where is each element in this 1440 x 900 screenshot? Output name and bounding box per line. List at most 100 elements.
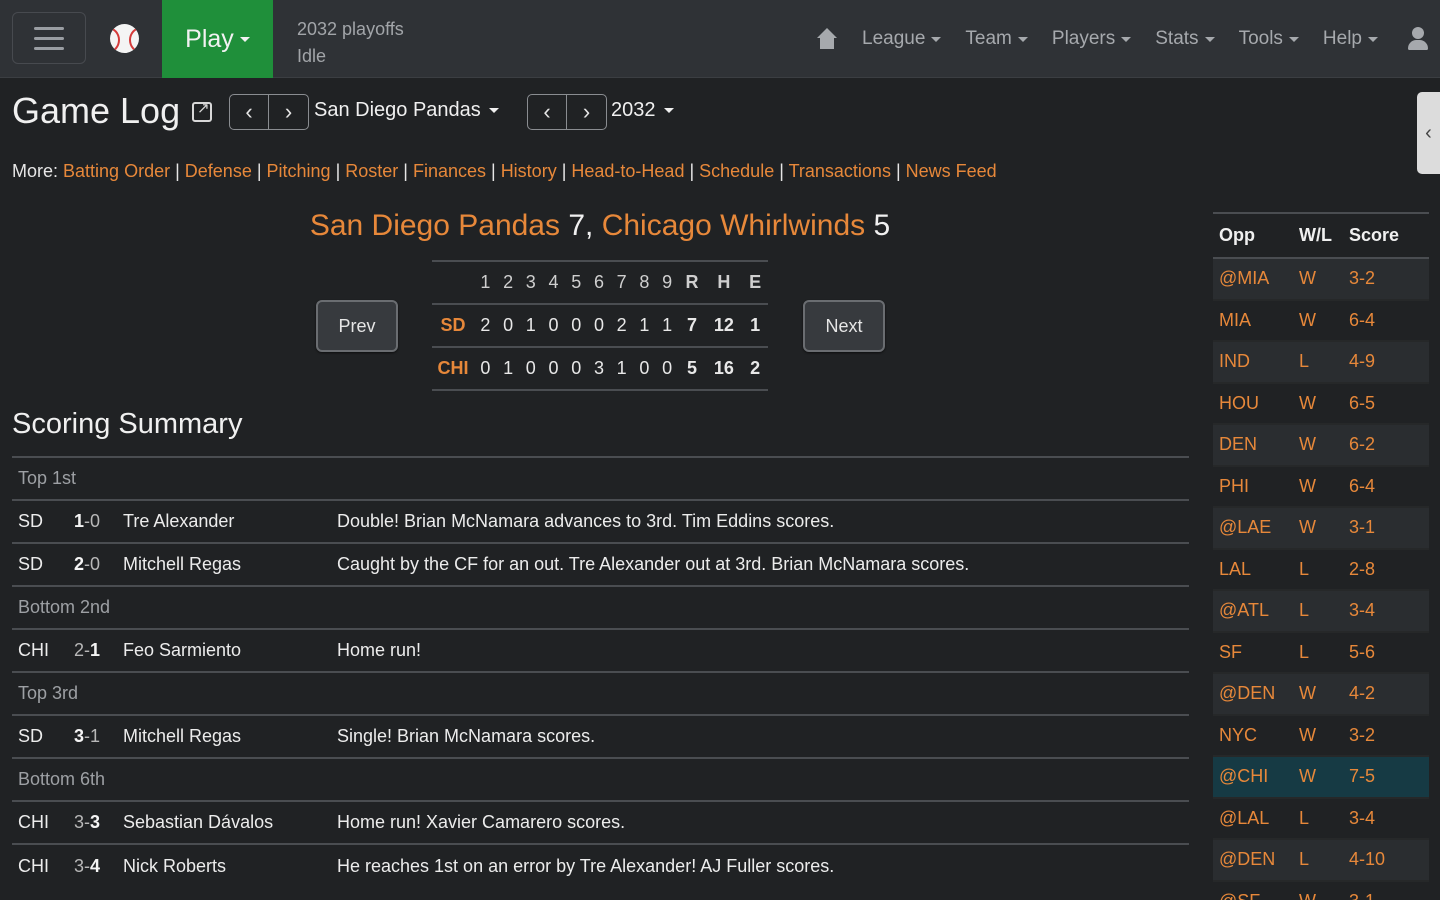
- prev-game-button[interactable]: Prev: [316, 300, 398, 352]
- link-transactions[interactable]: Transactions: [789, 161, 891, 181]
- opponent-cell[interactable]: NYC: [1213, 714, 1293, 757]
- opponent-cell[interactable]: @MIA: [1213, 258, 1293, 301]
- batter-name[interactable]: Nick Roberts: [117, 843, 331, 887]
- batter-name[interactable]: Mitchell Regas: [117, 714, 331, 758]
- batter-name[interactable]: Feo Sarmiento: [117, 628, 331, 672]
- more-label: More:: [12, 161, 59, 181]
- score-cell[interactable]: 6-4: [1343, 299, 1429, 342]
- opponent-cell[interactable]: IND: [1213, 341, 1293, 384]
- link-batting-order[interactable]: Batting Order: [63, 161, 170, 181]
- score-cell[interactable]: 2-8: [1343, 548, 1429, 591]
- period-row: Bottom 6th: [12, 757, 1189, 801]
- menu-help[interactable]: Help: [1323, 28, 1378, 50]
- opponent-cell[interactable]: DEN: [1213, 424, 1293, 467]
- team-select[interactable]: San Diego Pandas: [314, 99, 499, 122]
- chevron-down-icon: [488, 108, 499, 113]
- link-defense[interactable]: Defense: [185, 161, 252, 181]
- next-team-button[interactable]: ›: [269, 95, 308, 129]
- opponent-cell[interactable]: MIA: [1213, 299, 1293, 342]
- next-game-button[interactable]: Next: [803, 300, 885, 352]
- opponent-cell[interactable]: @DEN: [1213, 839, 1293, 882]
- opponent-cell[interactable]: HOU: [1213, 382, 1293, 425]
- score-cell[interactable]: 6-4: [1343, 465, 1429, 508]
- game-list-row[interactable]: @ATL L 3-4: [1213, 590, 1429, 633]
- prev-team-button[interactable]: ‹: [230, 95, 269, 129]
- link-history[interactable]: History: [501, 161, 557, 181]
- inning-header-cell: 1: [474, 260, 497, 305]
- opponent-cell[interactable]: @SF: [1213, 880, 1293, 900]
- opponent-cell[interactable]: SF: [1213, 631, 1293, 674]
- external-link-icon[interactable]: [192, 99, 212, 122]
- score-cell[interactable]: 3-4: [1343, 590, 1429, 633]
- score-cell[interactable]: 3-2: [1343, 258, 1429, 301]
- score-cell[interactable]: 3-2: [1343, 714, 1429, 757]
- user-icon[interactable]: [1406, 27, 1430, 51]
- game-list-row[interactable]: NYC W 3-2: [1213, 714, 1429, 757]
- game-list-row[interactable]: @DEN L 4-10: [1213, 839, 1429, 882]
- game-list-row[interactable]: @LAE W 3-1: [1213, 507, 1429, 550]
- inning-runs-cell: 0: [519, 347, 543, 391]
- link-pitching[interactable]: Pitching: [267, 161, 331, 181]
- home-icon[interactable]: [816, 28, 838, 50]
- inning-runs-cell: 0: [633, 347, 656, 391]
- away-team-link[interactable]: Chicago Whirlwinds: [602, 209, 865, 242]
- game-list-row[interactable]: LAL L 2-8: [1213, 548, 1429, 591]
- menu-team[interactable]: Team: [965, 28, 1028, 50]
- game-list-row[interactable]: SF L 5-6: [1213, 631, 1429, 674]
- menu-toggle-button[interactable]: [12, 12, 86, 64]
- score-cell[interactable]: 3-1: [1343, 507, 1429, 550]
- game-list-row[interactable]: @CHI W 7-5: [1213, 756, 1429, 799]
- period-row: Top 1st: [12, 456, 1189, 500]
- score-cell[interactable]: 6-2: [1343, 424, 1429, 467]
- score-cell[interactable]: 5-6: [1343, 631, 1429, 674]
- opponent-cell[interactable]: PHI: [1213, 465, 1293, 508]
- menu-tools[interactable]: Tools: [1239, 28, 1299, 50]
- team-abbr-cell[interactable]: SD: [432, 304, 474, 348]
- opponent-cell[interactable]: @ATL: [1213, 590, 1293, 633]
- game-list-row[interactable]: HOU W 6-5: [1213, 382, 1429, 425]
- score-cell[interactable]: 7-5: [1343, 756, 1429, 799]
- link-finances[interactable]: Finances: [413, 161, 486, 181]
- game-list-row[interactable]: PHI W 6-4: [1213, 465, 1429, 508]
- team-abbr-cell[interactable]: CHI: [432, 347, 474, 391]
- batter-name[interactable]: Tre Alexander: [117, 499, 331, 543]
- next-season-button[interactable]: ›: [567, 95, 606, 129]
- link-news-feed[interactable]: News Feed: [906, 161, 997, 181]
- game-list-row[interactable]: @LAL L 3-4: [1213, 797, 1429, 840]
- more-links: More: Batting Order | Defense | Pitching…: [12, 161, 997, 181]
- inning-header-cell: [432, 260, 474, 305]
- period-label: Bottom 6th: [12, 757, 1189, 801]
- game-list-row[interactable]: DEN W 6-2: [1213, 424, 1429, 467]
- scoring-team: SD: [12, 542, 68, 586]
- opponent-cell[interactable]: @LAL: [1213, 797, 1293, 840]
- baseball-logo-icon[interactable]: [110, 24, 139, 53]
- menu-league[interactable]: League: [862, 28, 942, 50]
- batter-name[interactable]: Sebastian Dávalos: [117, 800, 331, 844]
- score-cell[interactable]: 4-10: [1343, 839, 1429, 882]
- link-head-to-head[interactable]: Head-to-Head: [571, 161, 684, 181]
- game-list-row[interactable]: MIA W 6-4: [1213, 299, 1429, 342]
- batter-name[interactable]: Mitchell Regas: [117, 542, 331, 586]
- play-button[interactable]: Play: [162, 0, 273, 78]
- opponent-cell[interactable]: LAL: [1213, 548, 1293, 591]
- menu-players[interactable]: Players: [1052, 28, 1132, 50]
- menu-stats[interactable]: Stats: [1155, 28, 1215, 50]
- game-list-row[interactable]: @MIA W 3-2: [1213, 258, 1429, 301]
- opponent-cell[interactable]: @CHI: [1213, 756, 1293, 799]
- score-cell[interactable]: 4-2: [1343, 673, 1429, 716]
- link-schedule[interactable]: Schedule: [699, 161, 774, 181]
- opponent-cell[interactable]: @DEN: [1213, 673, 1293, 716]
- score-cell[interactable]: 3-4: [1343, 797, 1429, 840]
- opponent-cell[interactable]: @LAE: [1213, 507, 1293, 550]
- score-cell[interactable]: 6-5: [1343, 382, 1429, 425]
- game-list-row[interactable]: IND L 4-9: [1213, 341, 1429, 384]
- season-select[interactable]: 2032: [611, 99, 674, 122]
- score-cell[interactable]: 4-9: [1343, 341, 1429, 384]
- prev-season-button[interactable]: ‹: [528, 95, 567, 129]
- sidebar-toggle[interactable]: ‹: [1417, 92, 1440, 174]
- score-cell[interactable]: 3-1: [1343, 880, 1429, 900]
- game-list-row[interactable]: @SFW3-1: [1213, 880, 1429, 900]
- game-list-row[interactable]: @DEN W 4-2: [1213, 673, 1429, 716]
- home-team-link[interactable]: San Diego Pandas: [310, 209, 560, 242]
- link-roster[interactable]: Roster: [345, 161, 398, 181]
